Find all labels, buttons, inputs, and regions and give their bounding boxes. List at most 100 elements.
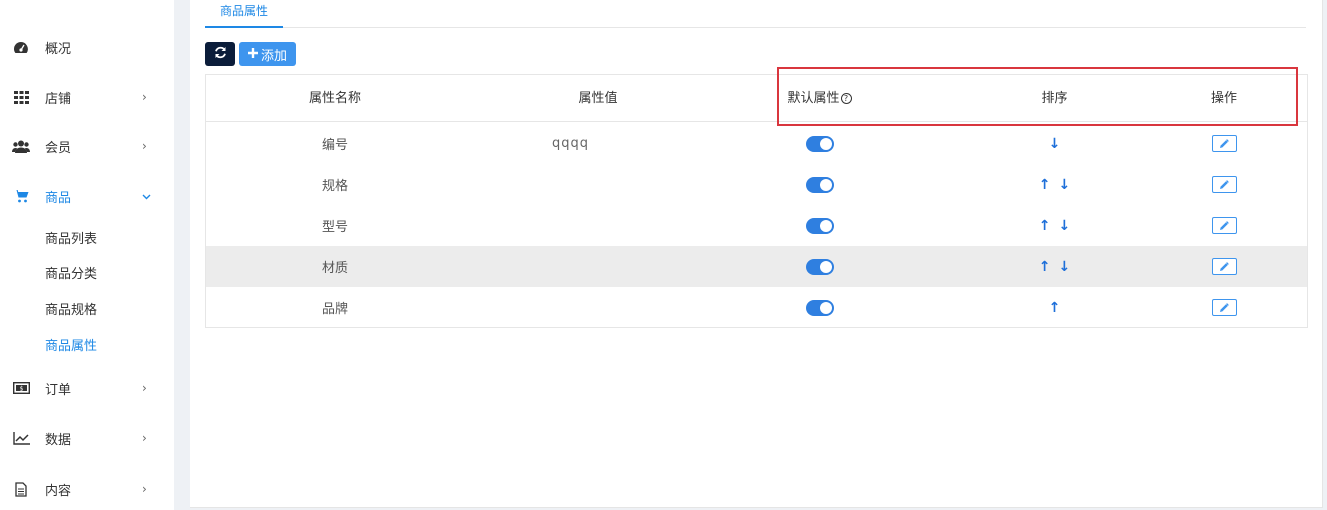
edit-button[interactable] [1211, 176, 1237, 193]
arrow-down-icon[interactable]: ↓ [1059, 259, 1071, 275]
arrow-up-icon[interactable]: ↑ [1039, 177, 1051, 193]
attribute-name-cell: 材质 [321, 261, 348, 276]
sidebar-item-data[interactable]: 数据 › [0, 418, 174, 458]
plus-icon [247, 46, 258, 62]
sidebar-subitem-product-spec[interactable]: 商品规格 [45, 299, 97, 318]
sidebar-item-orders[interactable]: $ 订单 › [0, 368, 174, 408]
sidebar-item-overview[interactable]: 概况 [0, 27, 174, 67]
sidebar-item-members[interactable]: 会员 › [0, 126, 174, 166]
sort-arrows: ↑ ↓ [1039, 259, 1070, 275]
default-toggle-cell [732, 205, 907, 246]
toggle-knob [819, 219, 832, 232]
grid-icon [12, 89, 30, 105]
document-icon [12, 481, 30, 497]
actions-cell [1141, 287, 1307, 328]
svg-text:$: $ [19, 385, 23, 392]
sidebar-item-label: 概况 [45, 41, 72, 57]
chevron-right-icon: › [142, 381, 147, 395]
edit-button[interactable] [1211, 217, 1237, 234]
sort-arrows: ↓ [1049, 136, 1061, 152]
sidebar-item-products[interactable]: 商品 [0, 176, 174, 216]
tab-product-attribute[interactable]: 商品属性 [205, 0, 284, 28]
table-row: 品牌 ↑ [206, 287, 1307, 328]
toggle-knob [819, 178, 832, 191]
table-row: 型号 ↑ ↓ [206, 205, 1307, 246]
layout-right-strip [1323, 0, 1327, 510]
pencil-icon [1219, 220, 1229, 231]
dashboard-icon [12, 39, 30, 55]
main-panel: 商品属性 添加 属性名称 属性值 默认属性 ? 排序 操作 编号 qqqq ↓ 规格 ↑… [190, 0, 1323, 508]
default-attribute-toggle[interactable] [805, 135, 834, 152]
pencil-icon [1219, 138, 1229, 149]
money-icon: $ [12, 380, 30, 396]
column-header-default-label: 默认属性 [787, 91, 840, 106]
attribute-name-cell: 型号 [321, 220, 348, 235]
attribute-name-cell: 编号 [321, 138, 348, 153]
default-toggle-cell [732, 123, 907, 164]
sidebar: 概况 店铺 › 会员 › 商品 商品列表 商品分类 商品规格 商品属性 $ 订单 [0, 0, 174, 510]
arrow-up-icon[interactable]: ↑ [1039, 218, 1051, 234]
default-toggle-cell [732, 164, 907, 205]
arrow-up-icon[interactable]: ↑ [1039, 259, 1051, 275]
tab-bar: 商品属性 [205, 0, 1306, 28]
toggle-knob [819, 137, 832, 150]
arrow-down-icon[interactable]: ↓ [1059, 177, 1071, 193]
edit-button[interactable] [1211, 299, 1237, 316]
sort-cell: ↑ ↓ [962, 205, 1147, 246]
add-button-label: 添加 [260, 48, 287, 64]
column-header-sort: 排序 [1041, 91, 1068, 106]
refresh-icon [214, 46, 227, 63]
edit-button[interactable] [1211, 135, 1237, 152]
sort-arrows: ↑ ↓ [1039, 177, 1070, 193]
chart-line-icon [12, 430, 30, 446]
pencil-icon [1219, 302, 1229, 313]
arrow-up-icon[interactable]: ↑ [1049, 300, 1061, 316]
chevron-right-icon: › [142, 482, 147, 496]
attribute-name-cell: 规格 [321, 179, 348, 194]
pencil-icon [1219, 179, 1229, 190]
attribute-name-cell: 品牌 [321, 302, 348, 317]
toggle-knob [819, 301, 832, 314]
sidebar-item-content[interactable]: 内容 › [0, 469, 174, 509]
column-header-default: 默认属性 ? [732, 75, 907, 122]
sidebar-subitem-product-category[interactable]: 商品分类 [45, 263, 97, 282]
sidebar-item-label: 会员 [45, 140, 72, 156]
sort-cell: ↓ [962, 123, 1147, 164]
pencil-icon [1219, 261, 1229, 272]
sidebar-item-label: 内容 [45, 483, 72, 499]
attribute-value-cell: qqqq [464, 123, 732, 164]
default-attribute-toggle[interactable] [805, 176, 834, 193]
help-icon[interactable]: ? [840, 93, 852, 104]
arrow-down-icon[interactable]: ↓ [1049, 136, 1061, 152]
sort-cell: ↑ [962, 287, 1147, 328]
default-attribute-toggle[interactable] [805, 299, 834, 316]
actions-cell [1141, 123, 1307, 164]
layout-gutter [174, 0, 190, 510]
attribute-value-cell [464, 287, 732, 328]
attribute-value-cell [464, 246, 732, 287]
arrow-down-icon[interactable]: ↓ [1059, 218, 1071, 234]
sidebar-item-label: 商品 [45, 190, 72, 206]
chevron-right-icon: › [142, 90, 147, 104]
default-attribute-toggle[interactable] [805, 258, 834, 275]
sort-arrows: ↑ [1049, 300, 1061, 316]
sidebar-item-label: 店铺 [45, 91, 72, 107]
default-toggle-cell [732, 287, 907, 328]
sidebar-item-store[interactable]: 店铺 › [0, 77, 174, 117]
default-attribute-toggle[interactable] [805, 217, 834, 234]
table-row: 规格 ↑ ↓ [206, 164, 1307, 205]
chevron-down-icon [142, 190, 151, 203]
sort-cell: ↑ ↓ [962, 164, 1147, 205]
sidebar-subitem-product-list[interactable]: 商品列表 [45, 228, 97, 247]
actions-cell [1141, 246, 1307, 287]
add-button[interactable]: 添加 [239, 42, 296, 66]
sort-cell: ↑ ↓ [962, 246, 1147, 287]
attribute-value-cell [464, 205, 732, 246]
refresh-button[interactable] [205, 42, 235, 66]
sidebar-subitem-product-attribute[interactable]: 商品属性 [45, 335, 97, 354]
column-header-name: 属性名称 [308, 91, 361, 106]
sidebar-item-label: 数据 [45, 432, 72, 448]
table-header: 属性名称 属性值 默认属性 ? 排序 操作 [206, 75, 1307, 122]
column-header-value: 属性值 [578, 91, 618, 106]
edit-button[interactable] [1211, 258, 1237, 275]
